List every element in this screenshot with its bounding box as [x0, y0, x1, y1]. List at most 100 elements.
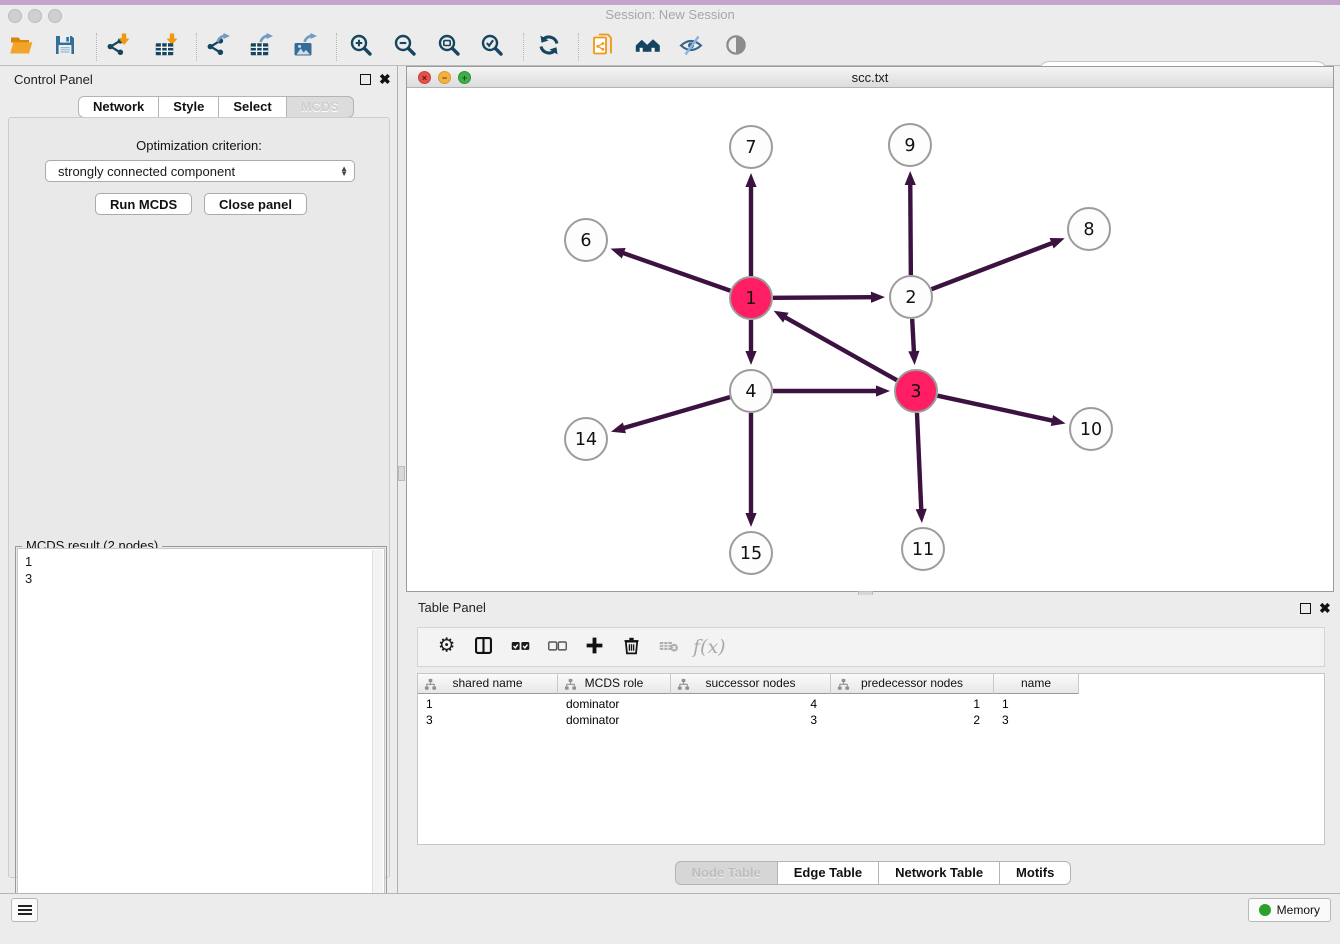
float-panel-icon[interactable]: [360, 74, 371, 85]
memory-button[interactable]: Memory: [1248, 898, 1331, 922]
float-table-panel-icon[interactable]: [1300, 603, 1311, 614]
edge-4-14[interactable]: [622, 397, 729, 428]
table-row[interactable]: 1dominator411: [418, 696, 1098, 712]
zoom-fit-button[interactable]: [434, 32, 466, 62]
edge-2-3[interactable]: [912, 319, 914, 353]
run-mcds-button[interactable]: Run MCDS: [95, 193, 192, 215]
delete-table-disabled-button[interactable]: [650, 632, 687, 662]
vertical-splitter-grip[interactable]: [398, 466, 405, 481]
close-table-panel-icon[interactable]: ✖: [1319, 600, 1331, 617]
cell-shared-name[interactable]: 1: [426, 696, 556, 712]
hide-selection-button[interactable]: [676, 32, 708, 62]
window-title: Session: New Session: [0, 7, 1340, 22]
edge-2-8[interactable]: [932, 243, 1054, 290]
export-image-icon: [292, 33, 318, 62]
cell-predecessor-nodes[interactable]: 1: [831, 696, 980, 712]
network-window-titlebar[interactable]: × − + scc.txt: [407, 67, 1333, 88]
node-label: 4: [745, 382, 756, 402]
zoom-in-button[interactable]: [346, 32, 378, 62]
cell-shared-name[interactable]: 3: [426, 712, 556, 728]
result-line: 1: [25, 553, 382, 570]
tab-network[interactable]: Network: [78, 96, 159, 118]
edge-arrowhead: [871, 292, 885, 303]
control-panel-header: Control Panel ✖: [0, 66, 397, 92]
zoom-selected-button[interactable]: [477, 32, 509, 62]
close-panel-icon[interactable]: ✖: [379, 71, 391, 88]
cell-name[interactable]: 1: [1002, 696, 1077, 712]
split-columns-button[interactable]: [465, 632, 502, 662]
graph-node-2[interactable]: 2: [890, 276, 932, 318]
edge-arrowhead: [905, 171, 916, 185]
tab-select[interactable]: Select: [219, 96, 286, 118]
cell-MCDS-role[interactable]: dominator: [566, 696, 669, 712]
import-network-button[interactable]: [102, 32, 134, 62]
edge-1-6[interactable]: [622, 253, 730, 291]
table-panel-title: Table Panel: [418, 600, 486, 615]
node-label: 9: [904, 136, 915, 156]
save-button[interactable]: [50, 32, 82, 62]
contrast-eye-button[interactable]: [721, 32, 753, 62]
add-row-button[interactable]: [576, 632, 613, 662]
cell-successor-nodes[interactable]: 3: [671, 712, 817, 728]
import-network-icon: [105, 33, 131, 62]
column-header-shared-name[interactable]: shared name: [418, 674, 558, 694]
graph-node-4[interactable]: 4: [730, 370, 772, 412]
settings-gear-button[interactable]: ⚙: [428, 632, 465, 662]
edge-1-2[interactable]: [773, 297, 873, 298]
export-table-button[interactable]: [245, 32, 277, 62]
column-header-name[interactable]: name: [994, 674, 1079, 694]
edge-3-1[interactable]: [784, 317, 897, 381]
optimization-criterion-select[interactable]: strongly connected component ▲▼: [45, 160, 355, 182]
graph-node-6[interactable]: 6: [565, 219, 607, 261]
edge-arrowhead: [745, 513, 756, 527]
result-scrollbar[interactable]: [372, 550, 383, 916]
column-header-successor-nodes[interactable]: successor nodes: [671, 674, 831, 694]
function-builder-icon[interactable]: f(x): [693, 636, 726, 658]
graph-node-15[interactable]: 15: [730, 532, 772, 574]
status-menu-button[interactable]: [11, 898, 38, 922]
zoom-out-button[interactable]: [390, 32, 422, 62]
tab-motifs[interactable]: Motifs: [1000, 861, 1071, 885]
export-network-button[interactable]: [202, 32, 234, 62]
import-table-button[interactable]: [150, 32, 182, 62]
tab-style[interactable]: Style: [159, 96, 219, 118]
edge-2-9[interactable]: [910, 183, 911, 275]
tab-node-table[interactable]: Node Table: [675, 861, 778, 885]
home-layout-button[interactable]: [632, 32, 664, 62]
clone-network-button[interactable]: [588, 32, 620, 62]
close-panel-button[interactable]: Close panel: [204, 193, 307, 215]
refresh-layout-button[interactable]: [534, 32, 566, 62]
select-checked-button[interactable]: [502, 632, 539, 662]
delete-row-button[interactable]: [613, 632, 650, 662]
node-label: 10: [1080, 420, 1102, 440]
memory-status-icon: [1259, 904, 1271, 916]
tab-mcds[interactable]: MCDS: [287, 96, 354, 118]
graph-node-11[interactable]: 11: [902, 528, 944, 570]
node-label: 7: [745, 138, 756, 158]
graph-node-9[interactable]: 9: [889, 124, 931, 166]
tab-edge-table[interactable]: Edge Table: [778, 861, 879, 885]
network-graph-canvas[interactable]: 7 9 6 8 1 2 4 3 14 10 15 11: [407, 88, 1333, 591]
column-header-predecessor-nodes[interactable]: predecessor nodes: [831, 674, 994, 694]
cell-predecessor-nodes[interactable]: 2: [831, 712, 980, 728]
hide-selection-icon: [679, 33, 705, 62]
column-header-MCDS-role[interactable]: MCDS role: [558, 674, 671, 694]
cell-successor-nodes[interactable]: 4: [671, 696, 817, 712]
tab-network-table[interactable]: Network Table: [879, 861, 1000, 885]
edge-3-10[interactable]: [937, 396, 1053, 421]
edge-3-11[interactable]: [917, 413, 921, 511]
graph-node-10[interactable]: 10: [1070, 408, 1112, 450]
cell-MCDS-role[interactable]: dominator: [566, 712, 669, 728]
graph-node-1[interactable]: 1: [730, 277, 772, 319]
graph-node-8[interactable]: 8: [1068, 208, 1110, 250]
graph-node-14[interactable]: 14: [565, 418, 607, 460]
cell-name[interactable]: 3: [1002, 712, 1077, 728]
select-unchecked-button[interactable]: [539, 632, 576, 662]
export-image-button[interactable]: [289, 32, 321, 62]
graph-node-3[interactable]: 3: [895, 370, 937, 412]
mcds-result-textarea[interactable]: 13: [17, 548, 385, 918]
open-folder-button[interactable]: [6, 32, 38, 62]
table-row[interactable]: 3dominator323: [418, 712, 1098, 728]
zoom-in-icon: [349, 33, 375, 62]
graph-node-7[interactable]: 7: [730, 126, 772, 168]
